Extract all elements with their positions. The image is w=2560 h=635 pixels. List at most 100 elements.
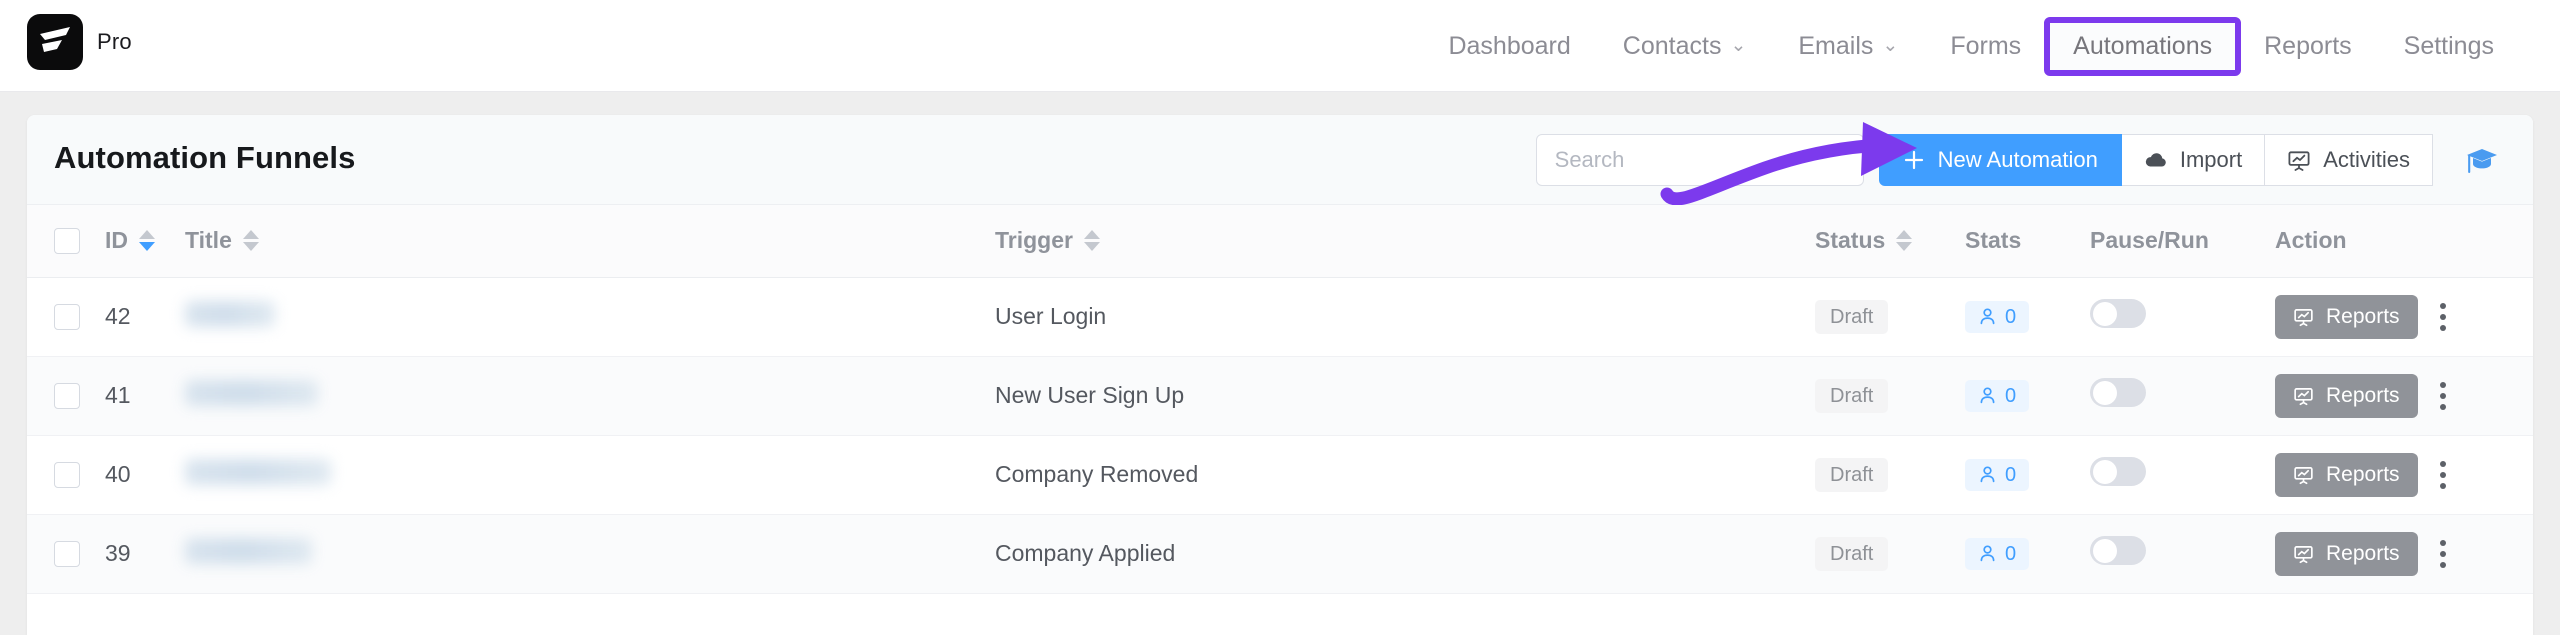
row-trigger-cell: Company Removed xyxy=(995,435,1815,515)
stats-badge[interactable]: 0 xyxy=(1965,379,2030,412)
col-status-label: Status xyxy=(1815,227,1886,254)
row-action-cell: Reports xyxy=(2275,435,2533,515)
stats-badge[interactable]: 0 xyxy=(1965,300,2030,333)
col-trigger[interactable]: Trigger xyxy=(995,205,1815,278)
row-title-cell[interactable] xyxy=(185,356,995,436)
row-pause-run-cell xyxy=(2090,277,2275,357)
nav-item-contacts[interactable]: Contacts ⌄ xyxy=(1597,20,1773,73)
row-trigger-cell: New User Sign Up xyxy=(995,356,1815,436)
sort-status-icon[interactable] xyxy=(1896,230,1913,252)
stats-count: 0 xyxy=(2005,463,2017,486)
nav-item-forms[interactable]: Forms xyxy=(1924,20,2047,73)
presentation-chart-icon xyxy=(2294,545,2313,563)
row-trigger: Company Applied xyxy=(995,540,1176,566)
kebab-menu-icon[interactable] xyxy=(2439,302,2446,331)
row-checkbox[interactable] xyxy=(54,303,80,330)
row-reports-button[interactable]: Reports xyxy=(2275,294,2418,339)
nav-item-emails[interactable]: Emails ⌄ xyxy=(1772,20,1924,73)
row-checkbox[interactable] xyxy=(54,540,80,567)
row-id: 42 xyxy=(105,303,131,329)
row-stats-cell: 0 xyxy=(1965,277,2090,357)
kebab-menu-icon[interactable] xyxy=(2439,539,2446,568)
stats-count: 0 xyxy=(2005,542,2017,565)
row-select-cell xyxy=(27,514,105,594)
row-pause-run-cell xyxy=(2090,356,2275,436)
presentation-chart-icon xyxy=(2294,466,2313,484)
col-stats-label: Stats xyxy=(1965,227,2022,254)
col-select-all xyxy=(27,205,105,278)
user-icon xyxy=(1980,466,1995,483)
col-id-label: ID xyxy=(105,227,128,254)
row-title-redacted xyxy=(185,458,331,485)
status-badge: Draft xyxy=(1815,378,1889,413)
plus-icon xyxy=(1904,150,1923,170)
row-status-cell: Draft xyxy=(1815,514,1965,594)
nav-item-reports[interactable]: Reports xyxy=(2238,20,2378,73)
row-reports-button[interactable]: Reports xyxy=(2275,373,2418,418)
nav-item-dashboard[interactable]: Dashboard xyxy=(1422,20,1596,73)
select-all-checkbox[interactable] xyxy=(54,227,80,254)
activities-label: Activities xyxy=(2323,147,2410,172)
presentation-chart-icon xyxy=(2294,387,2313,405)
row-trigger: New User Sign Up xyxy=(995,382,1185,408)
row-title-cell[interactable] xyxy=(185,277,995,357)
nav-label: Settings xyxy=(2403,31,2494,60)
import-label: Import xyxy=(2179,147,2243,172)
row-title-redacted xyxy=(185,300,275,327)
row-trigger: Company Removed xyxy=(995,461,1199,487)
nav-item-settings[interactable]: Settings xyxy=(2378,20,2520,73)
pause-run-toggle[interactable] xyxy=(2090,457,2146,486)
chevron-down-icon: ⌄ xyxy=(1882,34,1899,56)
table-row[interactable]: 42 User Login Draft 0 Reports xyxy=(27,277,2533,357)
table-row[interactable]: 39 Company Applied Draft 0 Reports xyxy=(27,514,2533,594)
row-reports-button[interactable]: Reports xyxy=(2275,452,2418,497)
search-box[interactable] xyxy=(1535,134,1864,186)
kebab-menu-icon[interactable] xyxy=(2439,460,2446,489)
row-pause-run-cell xyxy=(2090,514,2275,594)
nav-item-automations[interactable]: Automations xyxy=(2044,16,2242,76)
pause-run-toggle[interactable] xyxy=(2090,536,2146,565)
sort-trigger-icon[interactable] xyxy=(1083,230,1100,252)
col-title[interactable]: Title xyxy=(185,205,995,278)
stats-badge[interactable]: 0 xyxy=(1965,458,2030,491)
brand-plan-label: Pro xyxy=(97,29,132,54)
row-action-cell: Reports xyxy=(2275,356,2533,436)
row-trigger-cell: User Login xyxy=(995,277,1815,357)
top-navigation-bar: Pro Dashboard Contacts ⌄ Emails ⌄ Forms … xyxy=(0,0,2560,92)
page-scroll-gutter[interactable] xyxy=(2533,92,2560,613)
pause-run-toggle[interactable] xyxy=(2090,299,2146,328)
stats-badge[interactable]: 0 xyxy=(1965,537,2030,570)
activities-button[interactable]: Activities xyxy=(2265,134,2433,186)
presentation-chart-icon xyxy=(2288,150,2310,171)
row-id: 39 xyxy=(105,540,131,566)
status-badge: Draft xyxy=(1815,299,1889,334)
brand-logo[interactable]: Pro xyxy=(27,14,132,70)
col-pause-run-label: Pause/Run xyxy=(2090,227,2209,254)
col-status[interactable]: Status xyxy=(1815,205,1965,278)
import-button[interactable]: Import xyxy=(2121,134,2266,186)
row-checkbox[interactable] xyxy=(54,461,80,488)
row-select-cell xyxy=(27,277,105,357)
row-checkbox[interactable] xyxy=(54,382,80,409)
row-reports-label: Reports xyxy=(2326,541,2400,565)
nav-label: Contacts xyxy=(1622,31,1722,60)
row-title-cell[interactable] xyxy=(185,514,995,594)
col-id[interactable]: ID xyxy=(105,205,185,278)
row-reports-button[interactable]: Reports xyxy=(2275,531,2418,576)
fluent-crm-logo-icon xyxy=(27,14,83,70)
row-action-cell: Reports xyxy=(2275,514,2533,594)
row-trigger: User Login xyxy=(995,303,1107,329)
user-icon xyxy=(1980,387,1995,404)
pause-run-toggle[interactable] xyxy=(2090,378,2146,407)
row-title-cell[interactable] xyxy=(185,435,995,515)
sort-id-icon[interactable] xyxy=(139,230,155,252)
sort-title-icon[interactable] xyxy=(242,230,259,252)
table-row[interactable]: 41 New User Sign Up Draft 0 Reports xyxy=(27,356,2533,436)
search-input[interactable] xyxy=(1536,147,1863,173)
table-row[interactable]: 40 Company Removed Draft 0 Reports xyxy=(27,435,2533,515)
academy-button[interactable] xyxy=(2451,134,2513,186)
col-pause-run: Pause/Run xyxy=(2090,205,2275,278)
nav-label: Dashboard xyxy=(1448,31,1571,60)
kebab-menu-icon[interactable] xyxy=(2439,381,2446,410)
new-automation-button[interactable]: New Automation xyxy=(1878,134,2122,186)
